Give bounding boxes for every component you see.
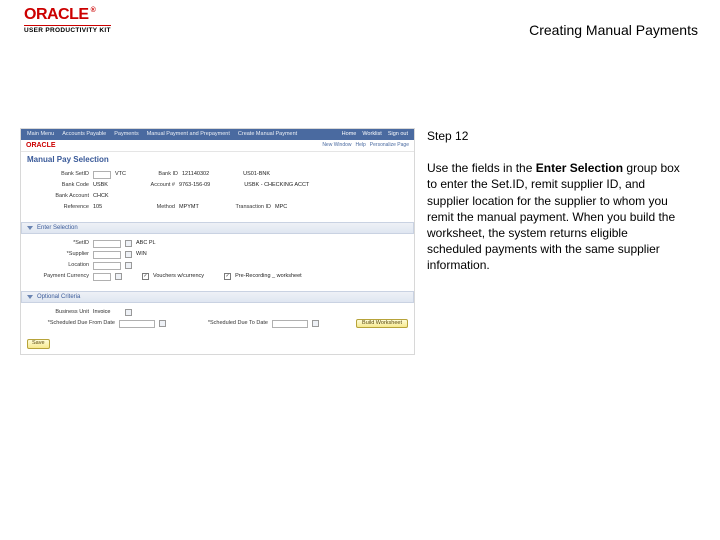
value-reference: 105 (93, 205, 123, 211)
enter-selection-label: Enter Selection (37, 225, 78, 231)
registered-mark: ® (91, 7, 96, 14)
crumb[interactable]: Accounts Payable (62, 132, 106, 138)
optional-criteria-header[interactable]: Optional Criteria (21, 291, 414, 303)
label-bank-setid: Bank SetID (27, 172, 89, 178)
instruction-panel: Step 12 Use the fields in the Enter Sele… (427, 128, 682, 274)
save-button[interactable]: Save (27, 339, 50, 349)
slide-header: ORACLE ® USER PRODUCTIVITY KIT Creating … (0, 0, 720, 50)
es-row-supplier: *Supplier WIN (27, 249, 408, 260)
input-supplier[interactable] (93, 251, 121, 259)
main-content: Main Menu Accounts Payable Payments Manu… (0, 128, 720, 355)
label-vouchers-currency: Vouchers w/currency (153, 274, 204, 280)
enter-selection-grid: *SetID ABC PL *Supplier WIN Location Pay… (21, 236, 414, 288)
brand-links: New Window Help Personalize Page (322, 143, 409, 148)
crumb[interactable]: Create Manual Payment (238, 132, 297, 138)
label-business-unit: Business Unit (27, 310, 89, 316)
app-screenshot: Main Menu Accounts Payable Payments Manu… (20, 128, 415, 355)
es-row-location: Location (27, 260, 408, 271)
crumb[interactable]: Main Menu (27, 132, 54, 138)
label-setid: *SetID (27, 241, 89, 247)
opt-row-bu: Business Unit Invoice (27, 307, 408, 318)
es-row-currency: Payment Currency ✓ Vouchers w/currency ✓… (27, 271, 408, 282)
bank-row-1: Bank SetID VTC Bank ID 121140302 US01-BN… (27, 169, 408, 180)
crumb[interactable]: Manual Payment and Prepayment (147, 132, 230, 138)
lookup-icon[interactable] (125, 251, 132, 258)
lookup-icon[interactable] (115, 273, 122, 280)
step-label: Step 12 (427, 128, 682, 144)
value-bank-account: CHCK (93, 194, 109, 200)
label-payment-currency: Payment Currency (27, 274, 89, 280)
lookup-icon[interactable] (125, 262, 132, 269)
instr-text-2: group box to enter the Set.ID, remit sup… (427, 161, 680, 272)
link-help[interactable]: Help (356, 143, 366, 148)
optional-criteria-grid: Business Unit Invoice *Scheduled Due Fro… (21, 305, 414, 335)
link-personalize[interactable]: Personalize Page (370, 143, 409, 148)
label-bank-account: Bank Account (27, 194, 89, 200)
value-account-name: USBK - CHECKING ACCT (244, 183, 309, 189)
label-bank-code: Bank Code (27, 183, 89, 189)
link-new-window[interactable]: New Window (322, 143, 351, 148)
enter-selection-header[interactable]: Enter Selection (21, 222, 414, 234)
bank-row-4: Reference 105 Method MPYMT Transaction I… (27, 202, 408, 213)
value-account-num: 9763-156-09 (179, 183, 210, 189)
collapse-icon (27, 295, 33, 299)
oracle-logo: ORACLE ® (24, 6, 111, 24)
bank-row-3: Bank Account CHCK (27, 191, 408, 202)
bank-info-grid: Bank SetID VTC Bank ID 121140302 US01-BN… (21, 167, 414, 219)
value-invoice: Invoice (93, 310, 121, 316)
label-account-num: Account # (127, 183, 175, 189)
label-supplier: *Supplier (27, 252, 89, 258)
input-bank-setid[interactable] (93, 171, 111, 179)
label-method: Method (127, 205, 175, 211)
bank-row-2: Bank Code USBK Account # 9763-156-09 USB… (27, 180, 408, 191)
opt-row-dates: *Scheduled Due From Date *Scheduled Due … (27, 318, 408, 329)
calendar-icon[interactable] (159, 320, 166, 327)
optional-criteria-label: Optional Criteria (37, 294, 80, 300)
instr-text-bold: Enter Selection (536, 161, 623, 175)
value-bank-name: US01-BNK (243, 172, 270, 178)
value-setid: ABC PL (136, 241, 156, 247)
value-supplier: WIN (136, 252, 147, 258)
label-bank-id: Bank ID (130, 172, 178, 178)
mini-oracle-logo: ORACLE (26, 142, 56, 149)
label-reference: Reference (27, 205, 89, 211)
input-due-to[interactable] (272, 320, 308, 328)
lookup-icon[interactable] (125, 240, 132, 247)
nav-link-worklist[interactable]: Worklist (362, 132, 381, 138)
es-row-setid: *SetID ABC PL (27, 238, 408, 249)
upk-subtext: USER PRODUCTIVITY KIT (24, 25, 111, 34)
crumb[interactable]: Payments (114, 132, 138, 138)
label-txn-id: Transaction ID (217, 205, 271, 211)
app-top-nav: Main Menu Accounts Payable Payments Manu… (21, 129, 414, 140)
nav-link-signout[interactable]: Sign out (388, 132, 408, 138)
label-prerecording: Pre-Recording _ worksheet (235, 274, 302, 280)
input-due-from[interactable] (119, 320, 155, 328)
checkbox-prerecording[interactable]: ✓ (224, 273, 231, 280)
value-method: MPYMT (179, 205, 213, 211)
value-bank-setid: VTC (115, 172, 126, 178)
top-nav-right: Home Worklist Sign out (342, 132, 408, 138)
checkbox-vouchers-currency[interactable]: ✓ (142, 273, 149, 280)
label-due-from: *Scheduled Due From Date (27, 321, 115, 327)
label-due-to: *Scheduled Due To Date (188, 321, 268, 327)
input-payment-currency[interactable] (93, 273, 111, 281)
build-worksheet-button[interactable]: Build Worksheet (356, 319, 408, 329)
lookup-icon[interactable] (125, 309, 132, 316)
value-bank-id: 121140302 (182, 172, 209, 178)
oracle-logo-text: ORACLE (24, 6, 89, 24)
oracle-upk-logo: ORACLE ® USER PRODUCTIVITY KIT (24, 6, 111, 34)
collapse-icon (27, 226, 33, 230)
instruction-text: Use the fields in the Enter Selection gr… (427, 160, 682, 273)
calendar-icon[interactable] (312, 320, 319, 327)
app-page-heading: Manual Pay Selection (21, 152, 414, 167)
input-location[interactable] (93, 262, 121, 270)
app-brand-row: ORACLE New Window Help Personalize Page (21, 140, 414, 152)
input-setid[interactable] (93, 240, 121, 248)
label-location: Location (27, 263, 89, 269)
value-txn-id: MPC (275, 205, 287, 211)
instr-text-1: Use the fields in the (427, 161, 536, 175)
value-bank-code: USBK (93, 183, 123, 189)
page-title: Creating Manual Payments (529, 22, 698, 38)
nav-link-home[interactable]: Home (342, 132, 357, 138)
